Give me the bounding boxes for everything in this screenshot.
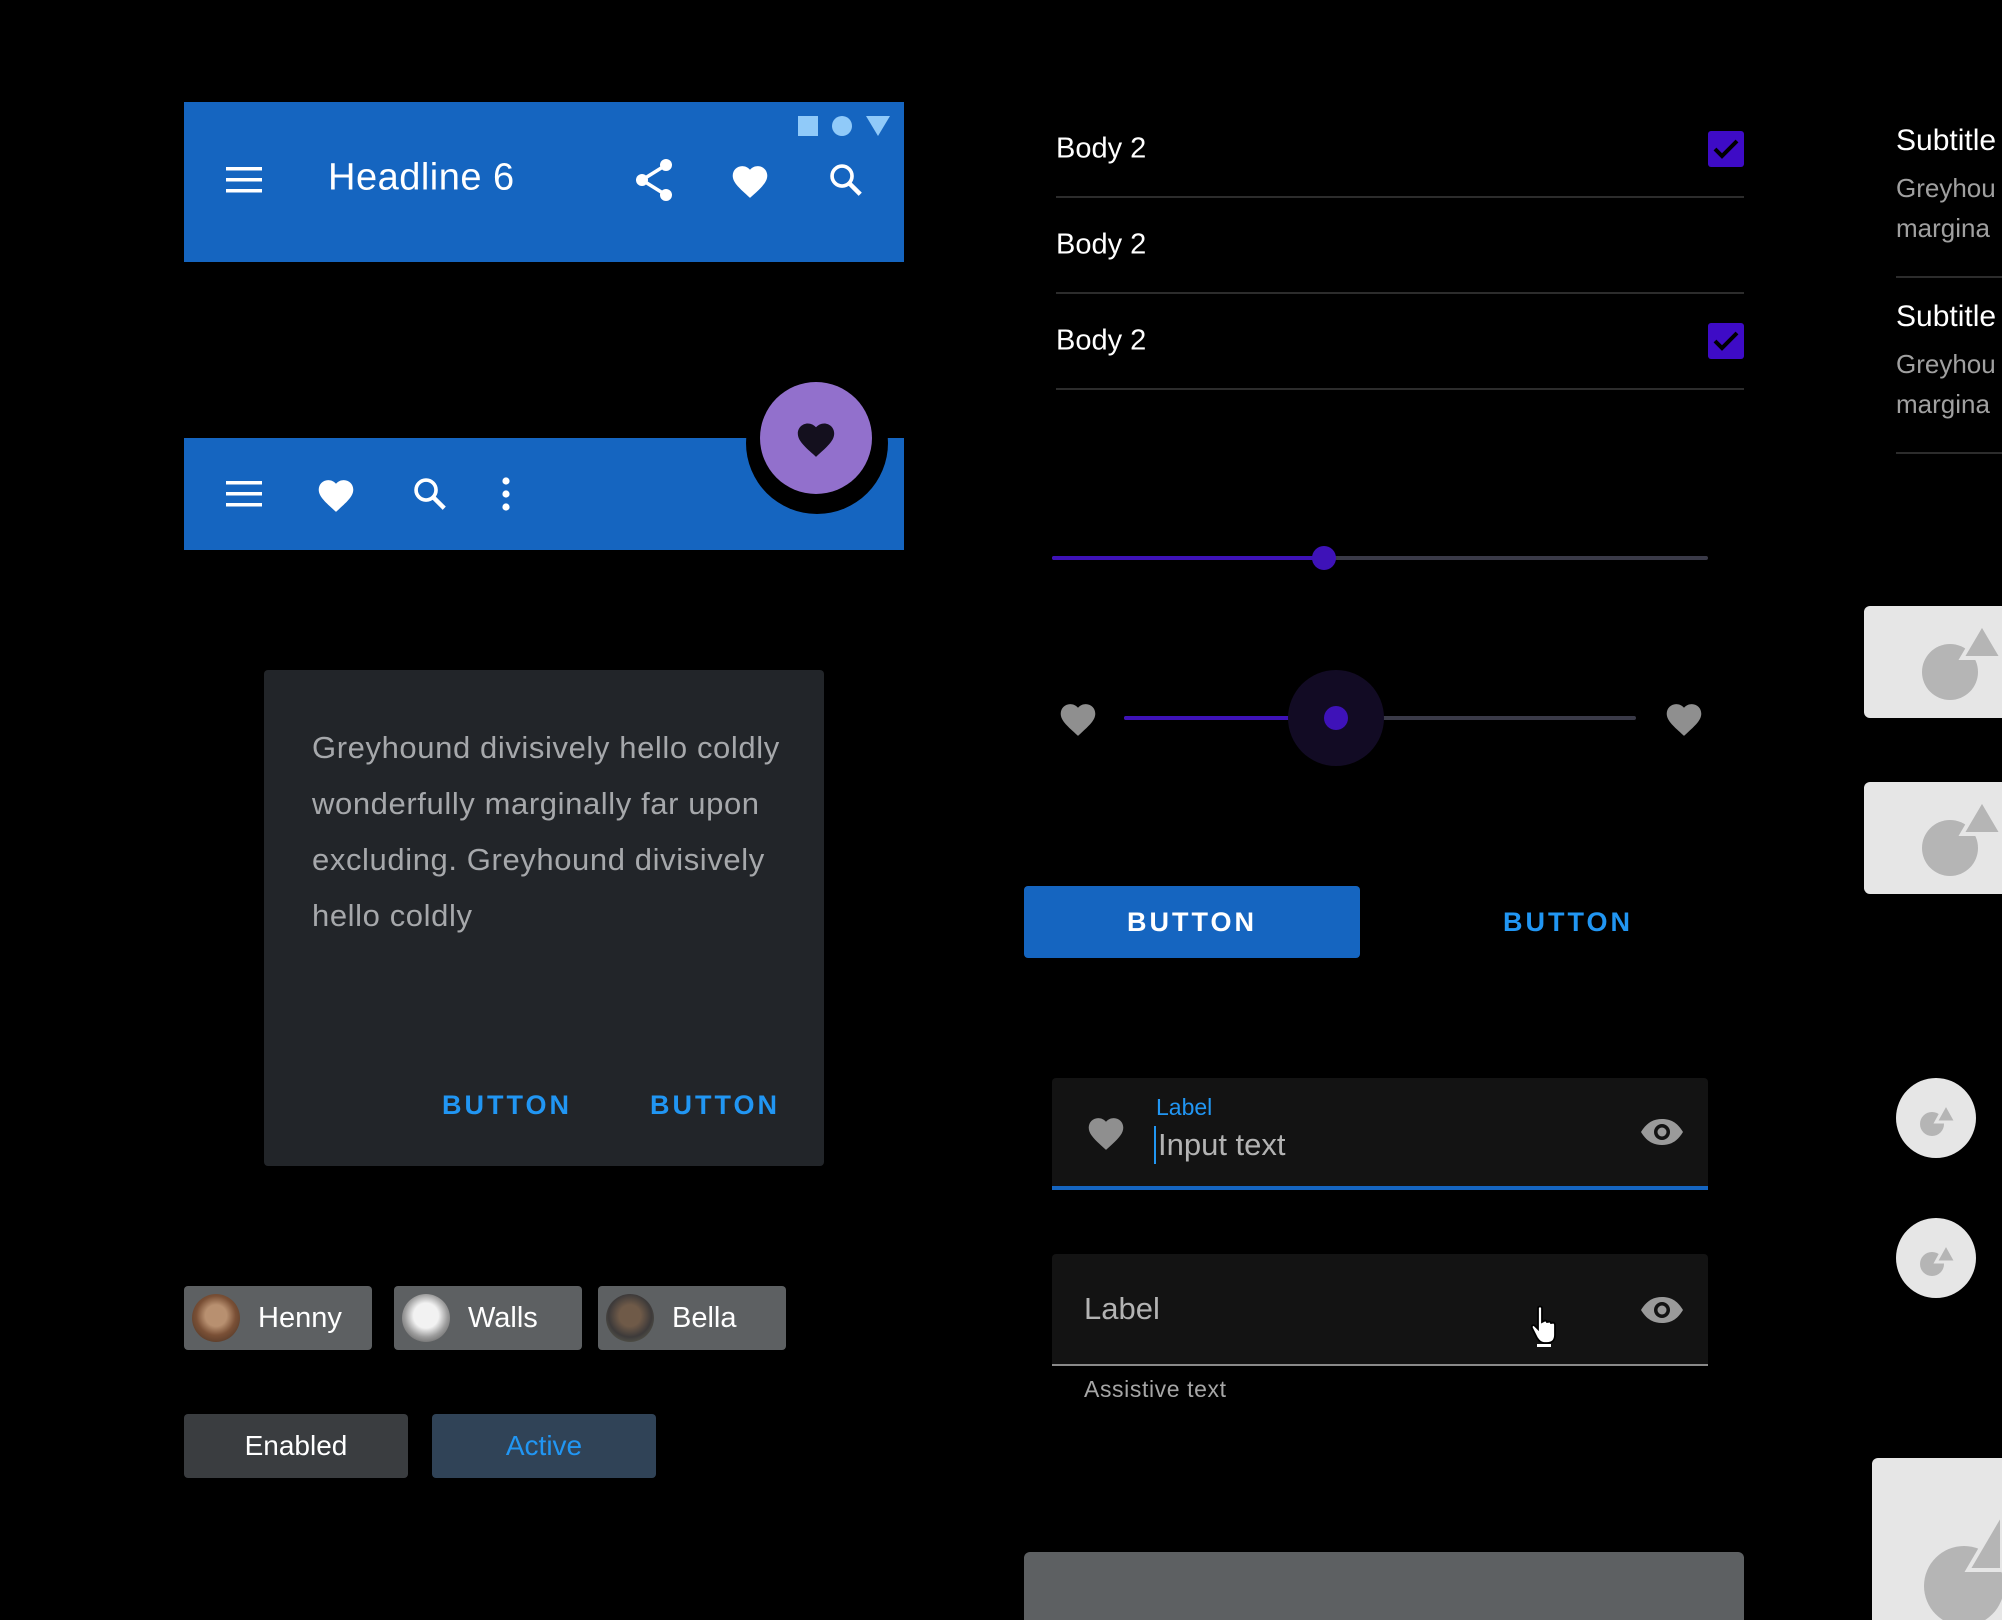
assistive-text: Assistive text — [1084, 1376, 1227, 1402]
shapes-icon — [1920, 1100, 1959, 1136]
list-item-label: Body 2 — [1056, 132, 1147, 165]
heart-icon[interactable] — [312, 470, 360, 518]
share-icon[interactable] — [630, 156, 678, 204]
image-placeholder — [1864, 606, 2002, 718]
text-button[interactable]: BUTTON — [1484, 886, 1652, 958]
dialog-button-2[interactable]: BUTTON — [650, 1090, 780, 1121]
slider-track-active — [1052, 556, 1325, 560]
fab-button[interactable] — [760, 382, 872, 494]
menu-icon[interactable] — [220, 470, 268, 518]
heart-icon[interactable] — [726, 156, 774, 204]
field-input[interactable]: Input text — [1154, 1126, 1286, 1164]
heart-icon — [1660, 694, 1708, 742]
contained-button[interactable]: BUTTON — [1024, 886, 1360, 958]
chip-bella[interactable]: Bella — [598, 1286, 786, 1350]
bottom-sheet-edge — [1024, 1552, 1744, 1620]
chip-label: Henny — [258, 1301, 342, 1334]
search-icon[interactable] — [406, 470, 454, 518]
list-item[interactable]: Body 2 — [1056, 102, 1744, 198]
triangle-icon — [866, 116, 890, 136]
shapes-icon — [1922, 620, 2002, 700]
page-title: Headline 6 — [328, 156, 515, 199]
chip-label: Walls — [468, 1301, 538, 1334]
avatar — [192, 1294, 240, 1342]
checkbox[interactable] — [1708, 323, 1744, 359]
list-item-secondary: Greyhou — [1896, 173, 1996, 203]
list-item-title: Subtitle — [1896, 300, 1997, 333]
heart-icon — [794, 418, 838, 458]
discrete-slider[interactable] — [1124, 670, 1636, 766]
shapes-icon — [1922, 796, 2002, 876]
slider-thumb[interactable] — [1312, 546, 1337, 570]
top-app-bar: Headline 6 — [184, 102, 904, 262]
list-item-secondary: margina — [1896, 213, 1990, 243]
menu-icon[interactable] — [220, 156, 268, 204]
list-item[interactable]: Body 2 — [1056, 294, 1744, 390]
shapes-icon — [1920, 1240, 1959, 1276]
heart-icon — [1054, 694, 1102, 742]
dialog: Greyhound divisively hello coldly wonder… — [264, 670, 824, 1166]
list-item-label: Body 2 — [1056, 228, 1147, 261]
continuous-slider[interactable] — [1052, 534, 1708, 582]
eye-icon[interactable] — [1638, 1292, 1686, 1328]
dialog-button-1[interactable]: BUTTON — [442, 1090, 572, 1121]
avatar — [402, 1294, 450, 1342]
chip-henny[interactable]: Henny — [184, 1286, 372, 1350]
square-icon — [798, 116, 818, 136]
status-bar — [798, 116, 890, 136]
circle-icon — [832, 116, 852, 136]
more-vert-icon[interactable] — [482, 470, 530, 518]
list-item-secondary: margina — [1896, 389, 1990, 419]
field-label: Label — [1156, 1094, 1213, 1120]
list-item-secondary: Greyhou — [1896, 349, 1996, 379]
heart-icon — [1084, 1112, 1128, 1152]
avatar-placeholder — [1896, 1078, 1976, 1158]
list-item[interactable]: Body 2 — [1056, 198, 1744, 294]
avatar-placeholder — [1896, 1218, 1976, 1298]
list-item-label: Body 2 — [1056, 324, 1147, 357]
text-field[interactable]: Label — [1052, 1254, 1708, 1366]
pointer-cursor-icon — [1528, 1304, 1558, 1348]
field-label: Label — [1084, 1291, 1160, 1326]
chip-label: Bella — [672, 1301, 737, 1334]
dialog-body: Greyhound divisively hello coldly wonder… — [312, 730, 780, 933]
image-placeholder — [1872, 1458, 2002, 1620]
check-icon — [1713, 139, 1739, 159]
avatar — [606, 1294, 654, 1342]
eye-icon[interactable] — [1638, 1114, 1686, 1150]
divider — [1896, 452, 2002, 454]
chip-walls[interactable]: Walls — [394, 1286, 582, 1350]
image-placeholder — [1864, 782, 2002, 894]
chip-enabled[interactable]: Enabled — [184, 1414, 408, 1478]
search-icon[interactable] — [822, 156, 870, 204]
list-item-title: Subtitle — [1896, 124, 1997, 157]
check-icon — [1713, 331, 1739, 351]
divider — [1896, 276, 2002, 278]
shapes-icon — [1924, 1508, 2002, 1620]
text-field-focused[interactable]: Label Input text — [1052, 1078, 1708, 1190]
checkbox[interactable] — [1708, 131, 1744, 167]
chip-active[interactable]: Active — [432, 1414, 656, 1478]
